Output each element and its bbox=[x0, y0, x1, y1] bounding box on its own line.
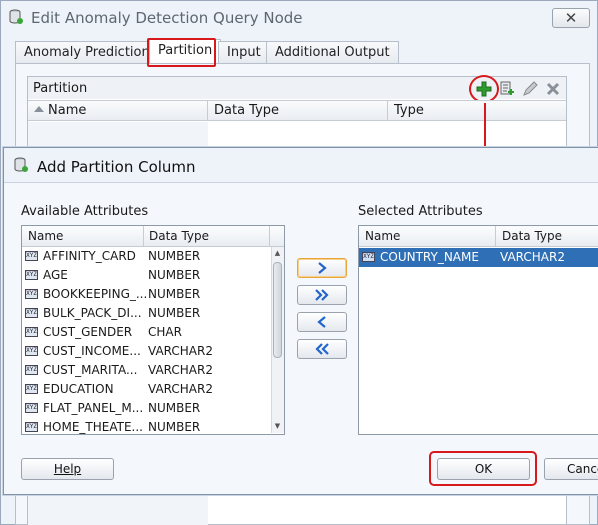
move-right-button[interactable] bbox=[297, 258, 347, 278]
varchar-type-icon: XYZ bbox=[25, 403, 38, 413]
available-attributes-label: Available Attributes bbox=[21, 204, 149, 219]
partition-label: Partition bbox=[33, 81, 88, 96]
add-button-highlight bbox=[469, 75, 499, 103]
selected-list-header: Name Data Type bbox=[359, 226, 598, 247]
list-item[interactable]: XYZ AFFINITY_CARD NUMBER bbox=[22, 247, 271, 266]
varchar-type-icon: XYZ bbox=[25, 422, 38, 432]
help-button[interactable]: Help bbox=[21, 458, 114, 480]
bg-dialog-title: Edit Anomaly Detection Query Node bbox=[31, 9, 303, 27]
move-all-left-icon bbox=[315, 343, 329, 355]
column-type[interactable]: Type bbox=[394, 103, 424, 118]
varchar-type-icon: XYZ bbox=[25, 384, 38, 394]
cancel-button[interactable]: Cance bbox=[544, 458, 598, 480]
scrollbar-thumb[interactable] bbox=[273, 262, 282, 358]
column-data-type[interactable]: Data Type bbox=[149, 229, 209, 243]
list-item[interactable]: XYZ BOOKKEEPING_... NUMBER bbox=[22, 285, 271, 304]
close-button[interactable]: ✕ bbox=[552, 8, 590, 28]
column-data-type[interactable]: Data Type bbox=[502, 229, 562, 243]
list-item[interactable]: XYZ EDUCATION VARCHAR2 bbox=[22, 380, 271, 399]
list-item[interactable]: XYZ CUST_MARITA... VARCHAR2 bbox=[22, 361, 271, 380]
tab-anomaly-predictions[interactable]: Anomaly Predictions bbox=[15, 41, 166, 63]
list-item[interactable]: XYZ FLAT_PANEL_M... NUMBER bbox=[22, 399, 271, 418]
dialog-title: Add Partition Column bbox=[37, 158, 196, 176]
varchar-type-icon: XYZ bbox=[25, 327, 38, 337]
selected-rows: XYZ COUNTRY_NAME VARCHAR2 bbox=[359, 248, 598, 434]
list-item[interactable]: XYZ CUST_INCOME... VARCHAR2 bbox=[22, 342, 271, 361]
move-left-icon bbox=[317, 316, 326, 328]
column-name[interactable]: Name bbox=[48, 103, 86, 118]
column-data-type[interactable]: Data Type bbox=[214, 103, 279, 118]
tab-additional-output[interactable]: Additional Output bbox=[266, 41, 399, 63]
add-from-list-icon[interactable] bbox=[498, 79, 518, 99]
move-all-right-button[interactable] bbox=[297, 285, 347, 305]
scroll-down-icon[interactable]: ▼ bbox=[272, 421, 283, 432]
database-icon bbox=[14, 157, 28, 173]
list-item[interactable]: XYZ HOME_THEATE... NUMBER bbox=[22, 418, 271, 434]
varchar-type-icon: XYZ bbox=[25, 251, 38, 261]
available-attributes-list[interactable]: Name Data Type XYZ AFFINITY_CARD NUMBER XY… bbox=[21, 225, 285, 435]
sort-ascending-icon bbox=[34, 106, 44, 112]
available-list-header: Name Data Type bbox=[22, 226, 284, 247]
varchar-type-icon: XYZ bbox=[25, 346, 38, 356]
list-item-selected[interactable]: XYZ COUNTRY_NAME VARCHAR2 bbox=[359, 248, 598, 267]
database-icon bbox=[9, 9, 23, 25]
varchar-type-icon: XYZ bbox=[25, 270, 38, 280]
move-all-right-icon bbox=[315, 289, 329, 301]
move-right-icon bbox=[318, 262, 327, 274]
available-rows: XYZ AFFINITY_CARD NUMBER XYZ AGE NUMBER XYZ B… bbox=[22, 247, 271, 434]
column-name[interactable]: Name bbox=[365, 229, 400, 243]
varchar-type-icon: XYZ bbox=[362, 252, 375, 262]
move-all-left-button[interactable] bbox=[297, 339, 347, 359]
column-name[interactable]: Name bbox=[28, 229, 63, 243]
scroll-up-icon[interactable]: ▲ bbox=[272, 248, 283, 259]
varchar-type-icon: XYZ bbox=[25, 289, 38, 299]
list-item[interactable]: XYZ BULK_PACK_DI... NUMBER bbox=[22, 304, 271, 323]
list-item[interactable]: XYZ CUST_GENDER CHAR bbox=[22, 323, 271, 342]
varchar-type-icon: XYZ bbox=[25, 308, 38, 318]
ok-button[interactable]: OK bbox=[437, 458, 530, 480]
tab-input[interactable]: Input bbox=[218, 41, 270, 63]
partition-tab-highlight bbox=[147, 38, 216, 67]
varchar-type-icon: XYZ bbox=[25, 365, 38, 375]
delete-icon[interactable] bbox=[543, 79, 563, 99]
selected-attributes-label: Selected Attributes bbox=[358, 204, 483, 219]
edit-icon[interactable] bbox=[520, 79, 540, 99]
move-left-button[interactable] bbox=[297, 312, 347, 332]
list-item[interactable]: XYZ AGE NUMBER bbox=[22, 266, 271, 285]
selected-attributes-list[interactable]: Name Data Type XYZ COUNTRY_NAME VARCHAR2 bbox=[358, 225, 598, 435]
